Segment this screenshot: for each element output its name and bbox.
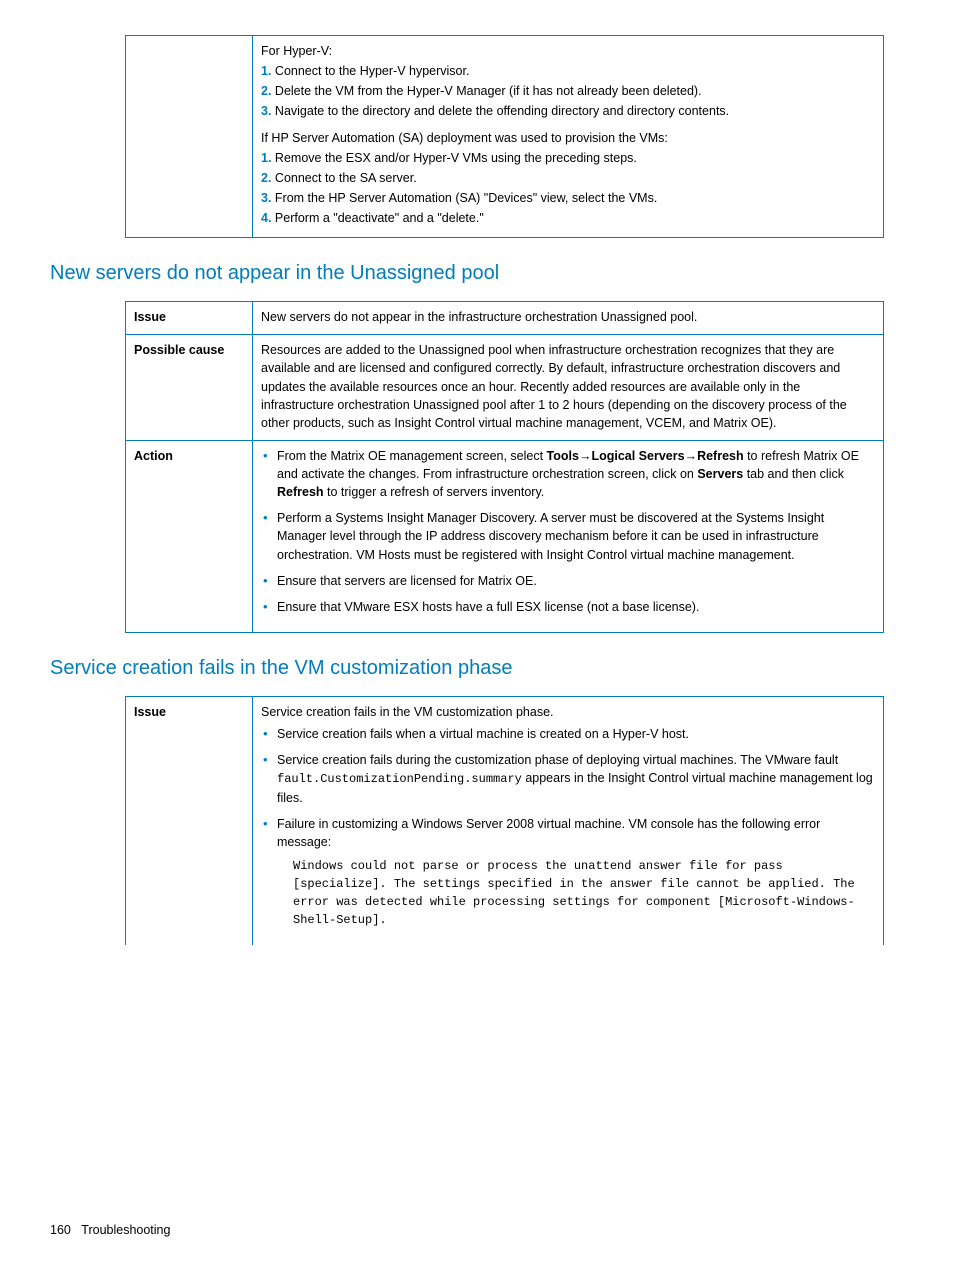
sa-steps-list: 1. Remove the ESX and/or Hyper-V VMs usi… bbox=[261, 149, 875, 228]
sc-b3-error: Windows could not parse or process the u… bbox=[293, 857, 875, 929]
heading-service-creation: Service creation fails in the VM customi… bbox=[50, 655, 904, 682]
ab1-servers: Servers bbox=[697, 467, 743, 481]
sc-bullet-1: Service creation fails when a virtual ma… bbox=[261, 725, 875, 743]
sc-bullet-2: Service creation fails during the custom… bbox=[261, 751, 875, 807]
issue-table-new-servers: Issue New servers do not appear in the i… bbox=[125, 301, 884, 633]
heading-new-servers: New servers do not appear in the Unassig… bbox=[50, 260, 904, 287]
ab1-tools: Tools bbox=[547, 449, 579, 463]
hyperv-intro: For Hyper-V: bbox=[261, 42, 875, 60]
ab1-mid2: tab and then click bbox=[743, 467, 844, 481]
hyperv-steps-list: 1. Connect to the Hyper-V hypervisor. 2.… bbox=[261, 62, 875, 120]
sc-b2-pre: Service creation fails during the custom… bbox=[277, 753, 838, 767]
page-number: 160 bbox=[50, 1223, 71, 1237]
action-bullet-4: Ensure that VMware ESX hosts have a full… bbox=[261, 598, 875, 616]
hyperv-step-1: Connect to the Hyper-V hypervisor. bbox=[275, 64, 470, 78]
sa-intro: If HP Server Automation (SA) deployment … bbox=[261, 129, 875, 147]
continued-action-cell: For Hyper-V: 1. Connect to the Hyper-V h… bbox=[253, 36, 884, 238]
cause-label: Possible cause bbox=[126, 335, 253, 441]
issue-label: Issue bbox=[126, 302, 253, 335]
ab1-refresh: Refresh bbox=[697, 449, 744, 463]
sa-step-2: Connect to the SA server. bbox=[275, 171, 417, 185]
sc-bullet-3: Failure in customizing a Windows Server … bbox=[261, 815, 875, 929]
issue-table-continued: For Hyper-V: 1. Connect to the Hyper-V h… bbox=[125, 35, 884, 238]
action-cell: From the Matrix OE management screen, se… bbox=[253, 440, 884, 632]
sa-step-1: Remove the ESX and/or Hyper-V VMs using … bbox=[275, 151, 637, 165]
issue-cell-sc: Service creation fails in the VM customi… bbox=[253, 696, 884, 945]
ab1-post: to trigger a refresh of servers inventor… bbox=[324, 485, 545, 499]
issue-table-service-creation: Issue Service creation fails in the VM c… bbox=[125, 696, 884, 945]
action-bullet-2: Perform a Systems Insight Manager Discov… bbox=[261, 509, 875, 563]
action-bullet-3: Ensure that servers are licensed for Mat… bbox=[261, 572, 875, 590]
empty-label-cell bbox=[126, 36, 253, 238]
sc-b3-text: Failure in customizing a Windows Server … bbox=[277, 817, 820, 849]
ab1-ls: Logical Servers bbox=[591, 449, 684, 463]
sa-step-3: From the HP Server Automation (SA) "Devi… bbox=[275, 191, 657, 205]
sc-b2-code: fault.CustomizationPending.summary bbox=[277, 772, 522, 786]
ab1-refresh2: Refresh bbox=[277, 485, 324, 499]
hyperv-step-3: Navigate to the directory and delete the… bbox=[275, 104, 729, 118]
action-label: Action bbox=[126, 440, 253, 632]
cause-text: Resources are added to the Unassigned po… bbox=[253, 335, 884, 441]
page-footer: 160 Troubleshooting bbox=[50, 1222, 170, 1239]
action-bullet-1: From the Matrix OE management screen, se… bbox=[261, 447, 875, 501]
issue-text: New servers do not appear in the infrast… bbox=[253, 302, 884, 335]
sc-intro: Service creation fails in the VM customi… bbox=[261, 703, 875, 721]
issue-label-sc: Issue bbox=[126, 696, 253, 945]
sa-step-4: Perform a "deactivate" and a "delete." bbox=[275, 211, 484, 225]
hyperv-step-2: Delete the VM from the Hyper-V Manager (… bbox=[275, 84, 702, 98]
ab1-pre: From the Matrix OE management screen, se… bbox=[277, 449, 547, 463]
footer-section: Troubleshooting bbox=[81, 1223, 170, 1237]
